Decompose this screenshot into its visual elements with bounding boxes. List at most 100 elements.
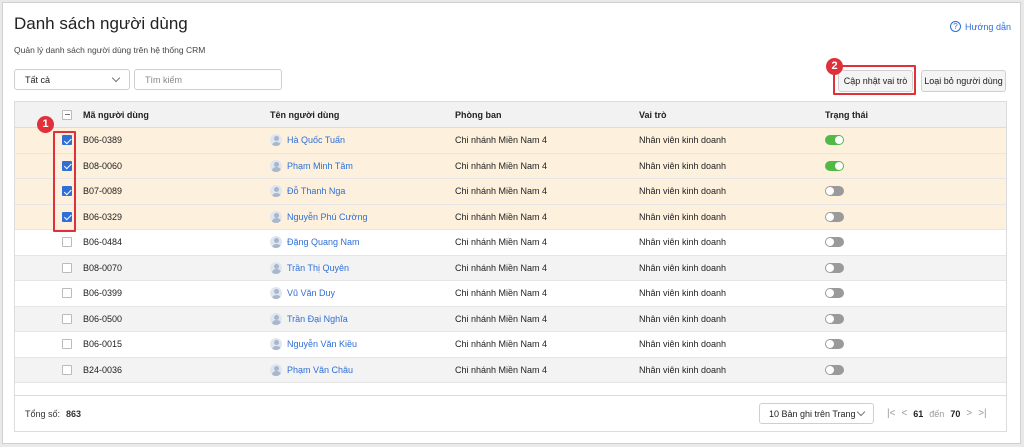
user-department: Chi nhánh Miền Nam 4 xyxy=(455,339,548,350)
user-name-link[interactable]: Trần Đại Nghĩa xyxy=(287,314,348,324)
pagination: |< < 61 đến 70 > >| xyxy=(887,408,987,419)
user-name-cell: Nguyễn Văn Kiều xyxy=(270,332,357,357)
table-row[interactable]: B06-0389 Hà Quốc Tuấn Chi nhánh Miền Nam 4… xyxy=(15,128,1006,154)
user-name-cell: Đỗ Thanh Nga xyxy=(270,179,345,204)
user-name-link[interactable]: Trần Thị Quyên xyxy=(287,263,349,273)
avatar xyxy=(270,287,282,300)
user-role: Nhân viên kinh doanh xyxy=(639,186,727,197)
status-toggle[interactable] xyxy=(825,262,844,273)
user-code: B06-0484 xyxy=(83,237,123,248)
status-toggle[interactable] xyxy=(825,313,844,324)
table-row[interactable]: B06-0015 Nguyễn Văn Kiều Chi nhánh Miền Na… xyxy=(15,332,1006,358)
row-checkbox[interactable] xyxy=(62,262,72,273)
table-body: B06-0389 Hà Quốc Tuấn Chi nhánh Miền Nam 4… xyxy=(15,128,1006,383)
avatar xyxy=(270,363,282,376)
table-row[interactable]: B08-0070 Trần Thị Quyên Chi nhánh Miền Nam… xyxy=(15,255,1006,281)
users-table: Mã người dùng Tên người dùng Phòng ban V… xyxy=(14,101,1007,396)
col-header-department[interactable]: Phòng ban xyxy=(455,102,502,127)
status-toggle[interactable] xyxy=(825,186,844,197)
remove-user-button[interactable]: Loại bỏ người dùng xyxy=(921,70,1006,92)
row-checkbox[interactable] xyxy=(62,313,72,324)
row-checkbox[interactable] xyxy=(62,186,72,197)
user-code: B06-0015 xyxy=(83,339,123,350)
user-role: Nhân viên kinh doanh xyxy=(639,262,727,273)
table-row[interactable]: B06-0399 Vũ Văn Duy Chi nhánh Miền Nam 4 Nh… xyxy=(15,281,1006,307)
avatar xyxy=(270,185,282,198)
user-role: Nhân viên kinh doanh xyxy=(639,160,727,171)
col-header-status[interactable]: Trạng thái xyxy=(825,102,868,127)
step-badge-2: 2 xyxy=(826,58,843,75)
user-name-cell: Nguyễn Phú Cường xyxy=(270,205,367,230)
row-checkbox[interactable] xyxy=(62,135,72,146)
user-name-cell: Hà Quốc Tuấn xyxy=(270,128,345,153)
user-name-link[interactable]: Hà Quốc Tuấn xyxy=(287,135,345,145)
user-name-link[interactable]: Vũ Văn Duy xyxy=(287,288,335,298)
row-checkbox[interactable] xyxy=(62,237,72,248)
user-code: B08-0070 xyxy=(83,262,123,273)
last-page-icon[interactable]: >| xyxy=(978,408,986,419)
status-toggle[interactable] xyxy=(825,364,844,375)
page-size-dropdown[interactable]: 10 Bản ghi trên Trang xyxy=(759,403,874,424)
row-checkbox[interactable] xyxy=(62,288,72,299)
table-row[interactable]: B24-0036 Phạm Văn Châu Chi nhánh Miền Nam … xyxy=(15,357,1006,383)
status-toggle[interactable] xyxy=(825,135,844,146)
prev-page-icon[interactable]: < xyxy=(901,408,907,419)
status-toggle[interactable] xyxy=(825,160,844,171)
range-separator: đến xyxy=(929,408,945,419)
table-header: Mã người dùng Tên người dùng Phòng ban V… xyxy=(15,102,1006,128)
user-name-cell: Vũ Văn Duy xyxy=(270,281,335,306)
user-name-cell: Trần Thị Quyên xyxy=(270,256,349,281)
user-department: Chi nhánh Miền Nam 4 xyxy=(455,160,548,171)
col-header-role[interactable]: Vai trò xyxy=(639,102,667,127)
user-name-link[interactable]: Nguyễn Phú Cường xyxy=(287,212,367,222)
user-department: Chi nhánh Miền Nam 4 xyxy=(455,313,548,324)
user-code: B08-0060 xyxy=(83,160,123,171)
update-role-button[interactable]: Cập nhật vai trò xyxy=(838,70,913,92)
avatar xyxy=(270,236,282,249)
table-row[interactable]: B06-0500 Trần Đại Nghĩa Chi nhánh Miền Nam… xyxy=(15,306,1006,332)
row-checkbox[interactable] xyxy=(62,160,72,171)
status-filter-value: Tất cả xyxy=(25,74,51,85)
help-label: Hướng dẫn xyxy=(965,21,1011,32)
avatar xyxy=(270,210,282,223)
next-page-icon[interactable]: > xyxy=(966,408,972,419)
user-department: Chi nhánh Miền Nam 4 xyxy=(455,364,548,375)
user-department: Chi nhánh Miền Nam 4 xyxy=(455,211,548,222)
avatar xyxy=(270,159,282,172)
user-name-link[interactable]: Nguyễn Văn Kiều xyxy=(287,339,357,349)
user-name-link[interactable]: Phạm Minh Tâm xyxy=(287,161,353,171)
select-all-checkbox[interactable] xyxy=(62,109,72,120)
total-count: Tổng số: 863 xyxy=(25,409,81,419)
user-name-cell: Phạm Minh Tâm xyxy=(270,154,353,179)
table-row[interactable]: B08-0060 Phạm Minh Tâm Chi nhánh Miền Nam … xyxy=(15,153,1006,179)
user-name-link[interactable]: Đặng Quang Nam xyxy=(287,237,360,247)
status-toggle[interactable] xyxy=(825,288,844,299)
chevron-down-icon xyxy=(856,407,866,417)
user-name-link[interactable]: Đỗ Thanh Nga xyxy=(287,186,345,196)
status-toggle[interactable] xyxy=(825,211,844,222)
user-code: B06-0399 xyxy=(83,288,123,299)
user-name-cell: Đặng Quang Nam xyxy=(270,230,360,255)
table-row[interactable]: B06-0329 Nguyễn Phú Cường Chi nhánh Miền N… xyxy=(15,204,1006,230)
col-header-code[interactable]: Mã người dùng xyxy=(83,102,149,127)
search-input[interactable] xyxy=(145,74,271,85)
status-toggle[interactable] xyxy=(825,237,844,248)
row-checkbox[interactable] xyxy=(62,211,72,222)
user-role: Nhân viên kinh doanh xyxy=(639,339,727,350)
table-row[interactable]: B06-0484 Đặng Quang Nam Chi nhánh Miền Nam… xyxy=(15,230,1006,256)
help-link[interactable]: ? Hướng dẫn xyxy=(950,21,1011,32)
row-checkbox[interactable] xyxy=(62,364,72,375)
first-page-icon[interactable]: |< xyxy=(887,408,895,419)
status-filter-dropdown[interactable]: Tất cả xyxy=(14,69,130,90)
table-row[interactable]: B07-0089 Đỗ Thanh Nga Chi nhánh Miền Nam 4… xyxy=(15,179,1006,205)
search-box[interactable] xyxy=(134,69,282,90)
chevron-down-icon xyxy=(111,73,121,83)
avatar xyxy=(270,134,282,147)
user-role: Nhân viên kinh doanh xyxy=(639,211,727,222)
row-checkbox[interactable] xyxy=(62,339,72,350)
status-toggle[interactable] xyxy=(825,339,844,350)
user-name-link[interactable]: Phạm Văn Châu xyxy=(287,365,353,375)
total-label: Tổng số: xyxy=(25,409,61,419)
col-header-name[interactable]: Tên người dùng xyxy=(270,102,339,127)
user-department: Chi nhánh Miền Nam 4 xyxy=(455,186,548,197)
